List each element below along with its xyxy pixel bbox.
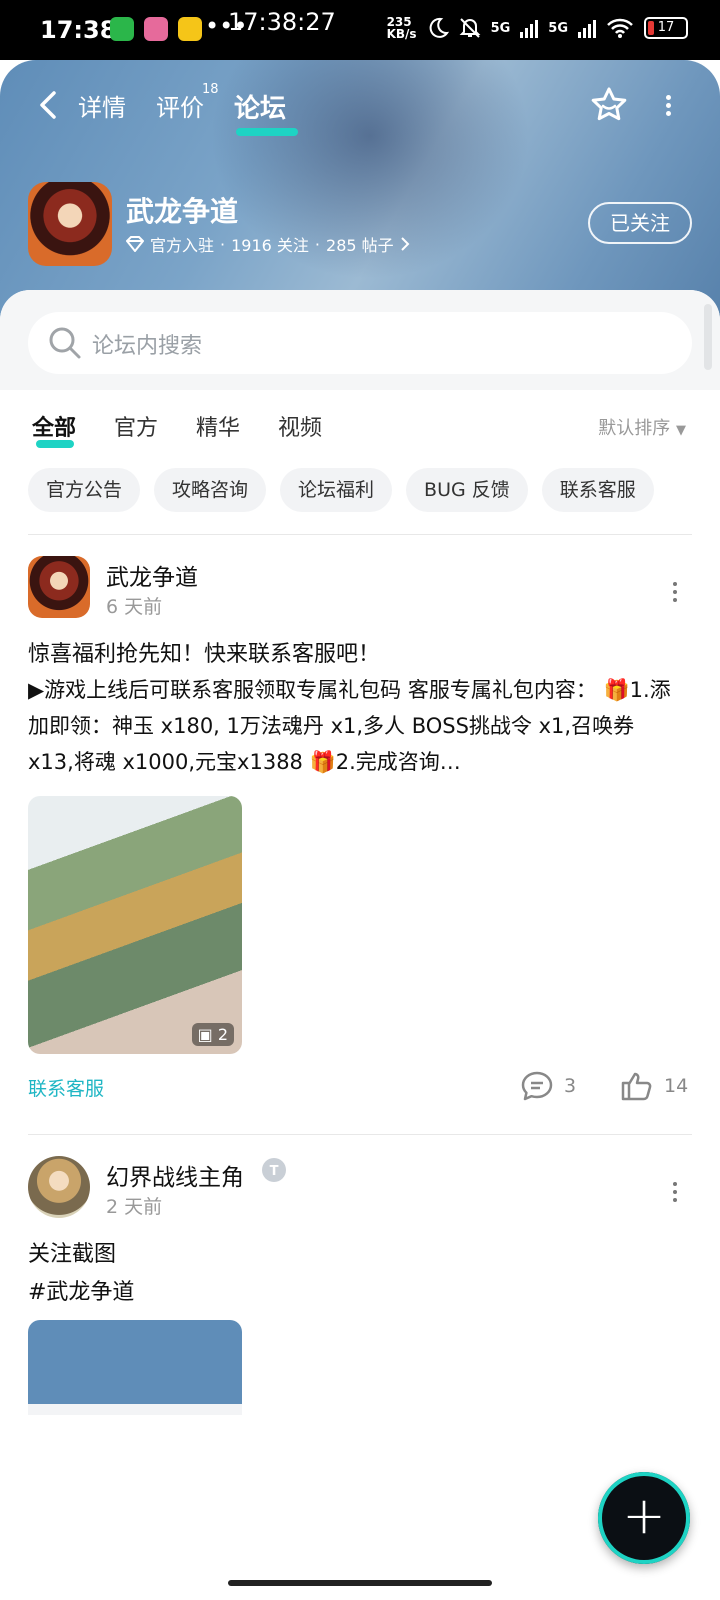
game-meta[interactable]: 官方入驻 · 1916 关注 · 285 帖子 — [126, 232, 410, 256]
game-app-icon — [144, 17, 168, 41]
notification-icons — [110, 17, 202, 41]
image-count: 2 — [217, 1025, 228, 1044]
status-time: 17:38 — [40, 16, 117, 44]
post-more-icon[interactable] — [672, 578, 678, 606]
user-level-badge-icon: T — [262, 1158, 286, 1182]
search-placeholder: 论坛内搜索 — [92, 334, 203, 359]
post-body: ▶游戏上线后可联系客服领取专属礼包码 客服专属礼包内容： 🎁1.添加即领：神玉 … — [28, 678, 671, 774]
star-favorite-icon[interactable] — [590, 86, 628, 124]
filter-tabs: 全部 官方 精华 视频 默认排序 ▼ — [0, 410, 720, 450]
speed-unit: KB/s — [386, 27, 417, 41]
like-count: 14 — [664, 1075, 689, 1097]
reviews-count: 18 — [202, 82, 219, 97]
signal-icon — [520, 18, 539, 38]
diamond-verified-icon — [126, 236, 144, 252]
avatar[interactable] — [28, 556, 90, 618]
post-title: 惊喜福利抢先知！快来联系客服吧！ — [28, 642, 381, 667]
active-tab-indicator — [236, 128, 298, 136]
search-icon — [49, 327, 81, 359]
forum-content: 论坛内搜索 全部 官方 精华 视频 默认排序 ▼ 官方公告 攻略咨询 论坛福利 … — [0, 290, 720, 1600]
post-card[interactable]: 武龙争道 6 天前 惊喜福利抢先知！快来联系客服吧！ ▶游戏上线后可联系客服领取… — [0, 534, 720, 1134]
post-time: 6 天前 — [106, 596, 163, 618]
post-tag-link[interactable]: 联系客服 — [28, 1074, 104, 1101]
game-title: 武龙争道 — [126, 195, 239, 228]
filter-tab-official[interactable]: 官方 — [114, 410, 158, 442]
category-chips: 官方公告 攻略咨询 论坛福利 BUG 反馈 联系客服 — [28, 468, 654, 512]
status-bar: 17:38 ••• 17:38:27 235 KB/s 5G 5G 17 — [0, 0, 720, 60]
filter-tab-indicator — [36, 440, 74, 448]
image-count-badge: ▣ 2 — [191, 1023, 234, 1046]
tab-reviews[interactable]: 评价 — [156, 88, 204, 123]
post-more-icon[interactable] — [672, 1178, 678, 1206]
search-input[interactable]: 论坛内搜索 — [28, 312, 692, 374]
scrollbar[interactable] — [704, 304, 712, 370]
caret-down-icon: ▼ — [676, 423, 686, 438]
post-hashtag[interactable]: #武龙争道 — [28, 1274, 134, 1306]
wechat-icon — [110, 17, 134, 41]
filter-tab-featured[interactable]: 精华 — [196, 410, 240, 442]
chip-official-announcement[interactable]: 官方公告 — [28, 468, 141, 512]
clock-overlay: 17:38:27 — [228, 8, 336, 36]
post-title: 关注截图 — [28, 1242, 117, 1267]
battery-level: 17 — [657, 20, 675, 35]
top-nav: 详情 评价 18 论坛 — [0, 82, 720, 136]
avatar[interactable] — [28, 1156, 90, 1218]
image-icon: ▣ — [197, 1025, 213, 1044]
chevron-right-icon — [400, 237, 410, 251]
chip-strategy[interactable]: 攻略咨询 — [154, 468, 267, 512]
chip-forum-benefits[interactable]: 论坛福利 — [280, 468, 393, 512]
wifi-icon — [607, 18, 633, 38]
filter-tab-video[interactable]: 视频 — [278, 410, 322, 442]
post-image[interactable]: ▣ 2 — [28, 796, 242, 1054]
signal-icon-2 — [578, 18, 596, 38]
more-options-icon[interactable] — [664, 92, 672, 118]
chip-contact-support[interactable]: 联系客服 — [541, 468, 654, 512]
network-speed: 235 KB/s — [387, 16, 417, 40]
chip-bug-report[interactable]: BUG 反馈 — [406, 468, 528, 512]
thumbs-up-icon — [621, 1072, 652, 1101]
network-type-2: 5G — [548, 20, 568, 36]
comment-button[interactable]: 3 — [520, 1070, 576, 1102]
moon-icon — [429, 17, 449, 38]
comment-count: 3 — [564, 1075, 577, 1097]
plus-icon: + — [622, 1486, 666, 1546]
posts-count: 285 帖子 — [326, 236, 394, 255]
tab-forum[interactable]: 论坛 — [234, 88, 286, 125]
game-icon[interactable] — [28, 182, 112, 266]
post-image[interactable] — [28, 1320, 242, 1600]
battery-icon: 17 — [644, 17, 688, 39]
network-type-1: 5G — [490, 20, 511, 36]
sort-dropdown[interactable]: 默认排序 ▼ — [598, 414, 686, 440]
meta-separator: · — [220, 234, 226, 254]
create-post-button[interactable]: + — [598, 1472, 690, 1564]
sort-label: 默认排序 — [598, 418, 671, 439]
search-area: 论坛内搜索 — [0, 290, 720, 390]
status-right: 235 KB/s 5G 5G 17 — [387, 16, 688, 40]
svg-text:T: T — [270, 1164, 279, 1179]
home-indicator[interactable] — [228, 1580, 492, 1586]
tab-details[interactable]: 详情 — [78, 88, 126, 123]
comment-icon — [521, 1071, 553, 1101]
app-icon — [178, 17, 202, 41]
filter-tab-all[interactable]: 全部 — [32, 410, 76, 442]
follow-button[interactable]: 已关注 — [588, 202, 692, 244]
meta-separator-2: · — [314, 234, 321, 254]
like-button[interactable]: 14 — [620, 1070, 688, 1102]
post-time: 2 天前 — [106, 1196, 163, 1218]
bell-muted-icon — [459, 18, 480, 38]
back-arrow-icon[interactable] — [36, 90, 62, 120]
post-author[interactable]: 幻界战线主角 — [106, 1158, 244, 1192]
followers-count: 1916 关注 — [231, 236, 309, 255]
post-author[interactable]: 武龙争道 — [106, 558, 198, 592]
verified-label: 官方入驻 — [150, 236, 215, 255]
